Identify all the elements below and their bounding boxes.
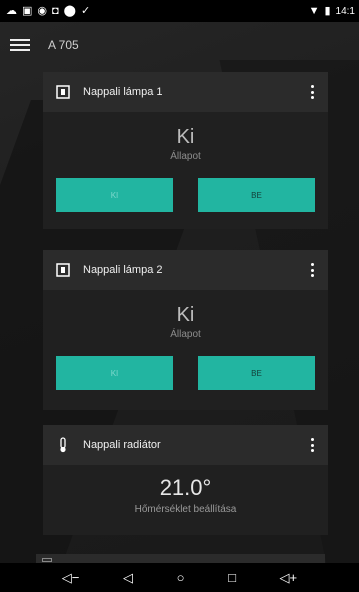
temperature-label: Hőmérséklet beállítása	[134, 504, 237, 515]
device-card-radiator: Nappali radiátor 21.0° Hőmérséklet beáll…	[43, 425, 328, 535]
home-icon[interactable]: ○	[177, 571, 185, 584]
more-vert-icon[interactable]	[311, 85, 314, 99]
check-icon: ✓	[80, 4, 91, 17]
cloud-icon: ☁	[6, 4, 17, 17]
off-button[interactable]: KI	[56, 356, 173, 390]
shield-icon: ⬤	[63, 4, 76, 17]
box-icon: ◘	[52, 4, 59, 17]
card-title: Nappali radiátor	[83, 439, 161, 451]
button-row: KI BE	[43, 162, 328, 212]
off-button[interactable]: KI	[56, 178, 173, 212]
device-card-lamp-2: Nappali lámpa 2 Ki Állapot KI BE	[43, 250, 328, 410]
status-right: ▼ ▮ 14:1	[308, 4, 355, 17]
device-icon	[42, 558, 52, 562]
on-button[interactable]: BE	[198, 178, 315, 212]
thermometer-icon	[55, 437, 71, 453]
device-card-lamp-1: Nappali lámpa 1 Ki Állapot KI BE	[43, 72, 328, 229]
wifi-icon: ▼	[308, 4, 320, 17]
back-icon[interactable]: ◁	[123, 571, 133, 584]
menu-icon[interactable]	[10, 37, 30, 53]
status-bar: ☁ ▣ ◉ ◘ ⬤ ✓ ▼ ▮ 14:1	[0, 0, 359, 22]
card-body: Ki Állapot KI BE	[43, 290, 328, 410]
switch-icon	[55, 84, 71, 100]
card-header: Nappali radiátor	[43, 425, 328, 465]
app-bar: A 705	[0, 22, 359, 68]
image-icon: ▣	[22, 4, 33, 17]
volume-down-icon[interactable]: ◁−	[62, 571, 80, 584]
recents-icon[interactable]: □	[228, 571, 236, 584]
state-value: Ki	[176, 126, 195, 148]
more-vert-icon[interactable]	[311, 438, 314, 452]
status-left: ☁ ▣ ◉ ◘ ⬤ ✓	[6, 4, 91, 17]
more-vert-icon[interactable]	[311, 263, 314, 277]
switch-icon	[55, 262, 71, 278]
state-label: Állapot	[170, 151, 201, 162]
app-title: A 705	[48, 38, 79, 52]
navigation-bar: ◁− ◁ ○ □ ◁+	[0, 563, 359, 592]
card-header: Nappali lámpa 2	[43, 250, 328, 290]
card-header: Nappali lámpa 1	[43, 72, 328, 112]
card-title: Nappali lámpa 1	[83, 86, 163, 98]
on-button[interactable]: BE	[198, 356, 315, 390]
battery-icon: ▮	[324, 4, 331, 17]
card-title: Nappali lámpa 2	[83, 264, 163, 276]
button-row: KI BE	[43, 340, 328, 390]
card-body[interactable]: 21.0° Hőmérséklet beállítása	[43, 465, 328, 535]
state-value: Ki	[176, 304, 195, 326]
card-body: Ki Állapot KI BE	[43, 112, 328, 229]
status-time: 14:1	[335, 5, 355, 17]
volume-up-icon[interactable]: ◁+	[280, 571, 298, 584]
state-label: Állapot	[170, 329, 201, 340]
temperature-value: 21.0°	[159, 475, 212, 500]
circle-icon: ◉	[37, 4, 48, 17]
